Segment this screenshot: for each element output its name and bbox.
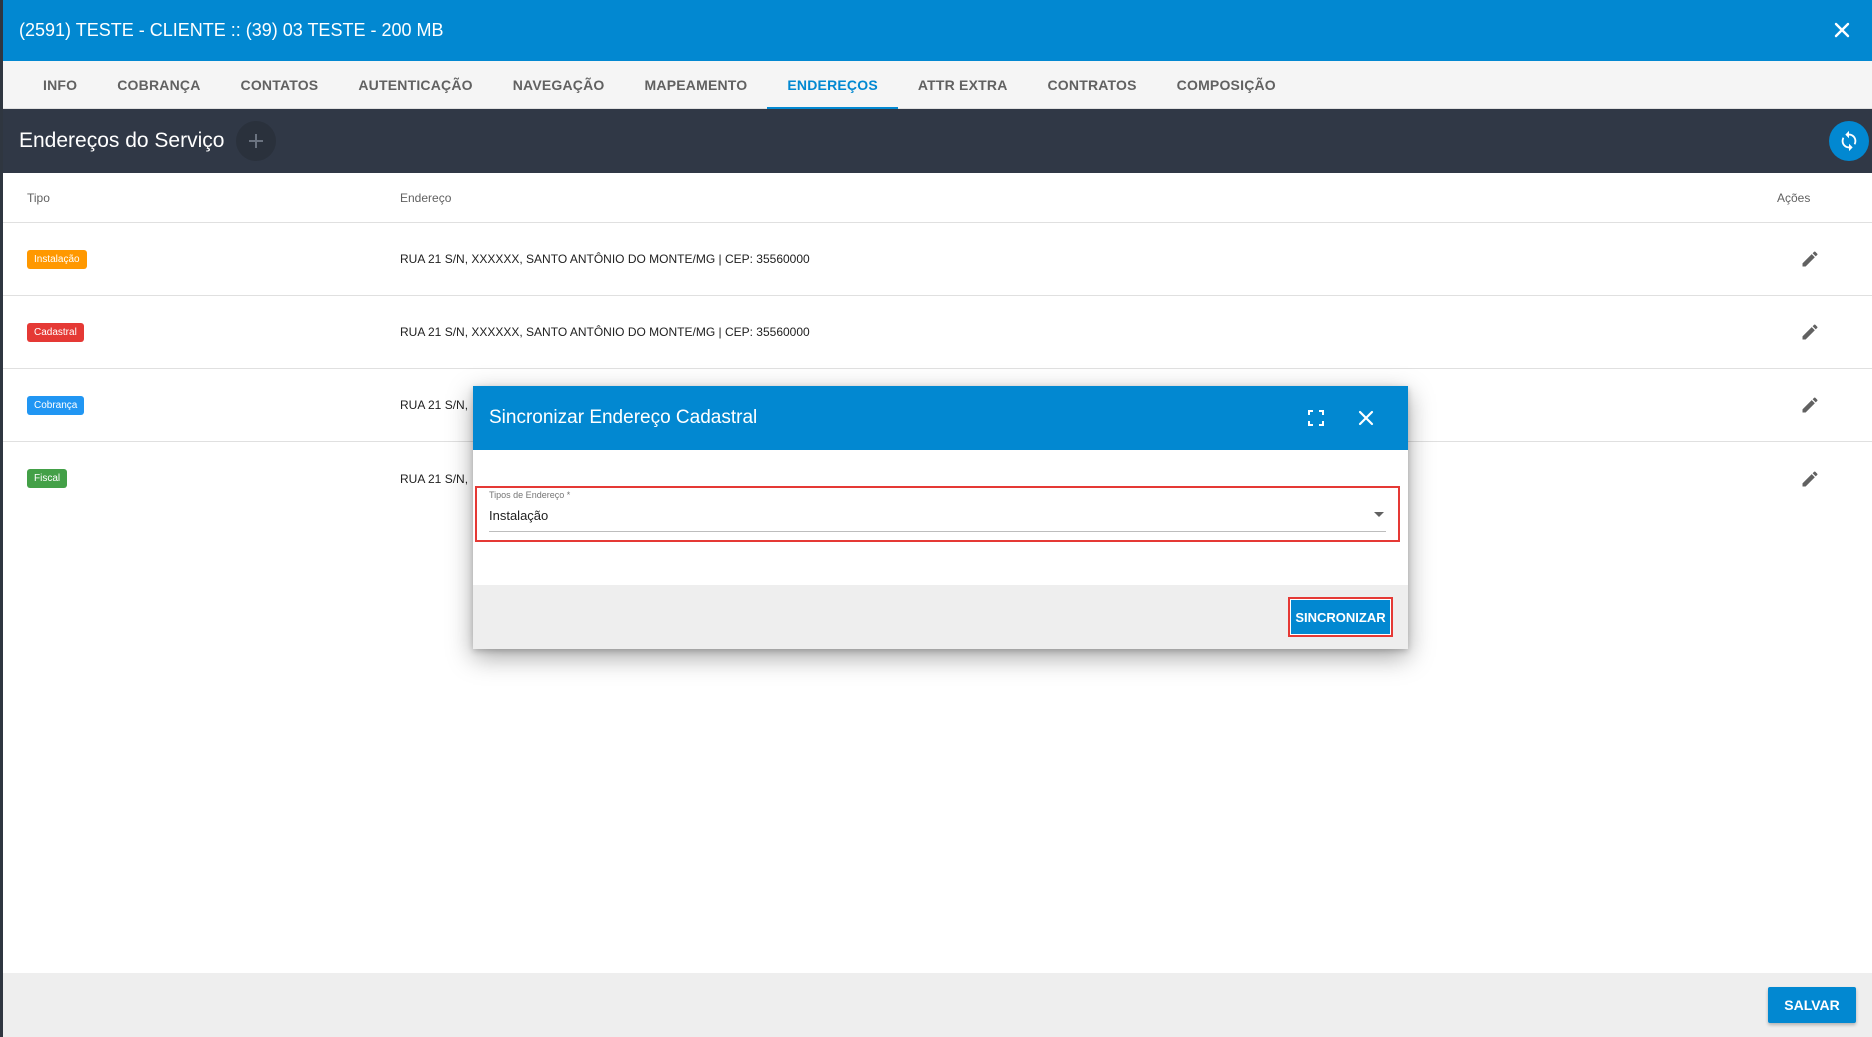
- tab-attr-extra[interactable]: ATTR EXTRA: [898, 61, 1028, 109]
- type-badge-instalacao: Instalação: [27, 249, 87, 269]
- address-type-value: Instalação: [489, 508, 549, 523]
- fullscreen-icon[interactable]: [1304, 406, 1328, 430]
- tab-contatos[interactable]: CONTATOS: [221, 61, 339, 109]
- edit-icon[interactable]: [1797, 246, 1823, 272]
- table-header: Tipo Endereço Ações: [3, 173, 1872, 223]
- dialog-footer: SINCRONIZAR: [473, 585, 1408, 649]
- save-button[interactable]: SALVAR: [1768, 987, 1856, 1023]
- close-icon[interactable]: [1354, 406, 1378, 430]
- window-title: (2591) TESTE - CLIENTE :: (39) 03 TESTE …: [19, 20, 444, 40]
- tab-autenticacao[interactable]: AUTENTICAÇÃO: [338, 61, 492, 109]
- app-window: (2591) TESTE - CLIENTE :: (39) 03 TESTE …: [0, 0, 1872, 1037]
- chevron-down-icon[interactable]: [1374, 512, 1384, 517]
- tab-enderecos[interactable]: ENDEREÇOS: [767, 61, 899, 109]
- dialog-header: Sincronizar Endereço Cadastral: [473, 386, 1408, 450]
- section-header: Endereços do Serviço: [3, 109, 1872, 173]
- sync-button-label: SINCRONIZAR: [1291, 600, 1390, 634]
- plus-icon[interactable]: [236, 121, 277, 161]
- section-title: Endereços do Serviço: [19, 129, 225, 152]
- sync-button[interactable]: SINCRONIZAR: [1288, 597, 1393, 637]
- tab-navegacao[interactable]: NAVEGAÇÃO: [493, 61, 625, 109]
- close-icon[interactable]: [1828, 16, 1856, 44]
- table-row: Instalação RUA 21 S/N, XXXXXX, SANTO ANT…: [3, 223, 1872, 296]
- tab-mapeamento[interactable]: MAPEAMENTO: [625, 61, 768, 109]
- edit-icon[interactable]: [1797, 392, 1823, 418]
- sync-icon[interactable]: [1829, 121, 1869, 161]
- address-type-select[interactable]: Tipos de Endereço * Instalação: [475, 486, 1400, 542]
- header-acoes: Ações: [1777, 190, 1811, 205]
- header-tipo: Tipo: [27, 190, 50, 205]
- tab-cobranca[interactable]: COBRANÇA: [97, 61, 220, 109]
- sync-dialog: Sincronizar Endereço Cadastral Tipos de …: [473, 386, 1408, 649]
- footer-bar: SALVAR: [3, 973, 1872, 1037]
- dialog-body: Tipos de Endereço * Instalação: [473, 450, 1408, 585]
- tab-contratos[interactable]: CONTRATOS: [1028, 61, 1157, 109]
- tab-composicao[interactable]: COMPOSIÇÃO: [1157, 61, 1296, 109]
- field-underline: [489, 531, 1386, 532]
- tab-bar: INFO COBRANÇA CONTATOS AUTENTICAÇÃO NAVE…: [3, 61, 1872, 109]
- dialog-title: Sincronizar Endereço Cadastral: [489, 407, 758, 428]
- header-endereco: Endereço: [400, 190, 452, 205]
- edit-icon[interactable]: [1797, 466, 1823, 492]
- window-header: (2591) TESTE - CLIENTE :: (39) 03 TESTE …: [3, 0, 1872, 61]
- type-badge-fiscal: Fiscal: [27, 469, 68, 488]
- tab-info[interactable]: INFO: [23, 61, 97, 109]
- table-row: Cadastral RUA 21 S/N, XXXXXX, SANTO ANTÔ…: [3, 296, 1872, 369]
- address-text: RUA 21 S/N, XXXXXX, SANTO ANTÔNIO DO MON…: [400, 325, 810, 339]
- type-badge-cobranca: Cobrança: [27, 395, 85, 415]
- edit-icon[interactable]: [1797, 319, 1823, 345]
- type-badge-cadastral: Cadastral: [27, 322, 84, 342]
- address-type-label: Tipos de Endereço *: [489, 490, 571, 500]
- address-text: RUA 21 S/N, XXXXXX, SANTO ANTÔNIO DO MON…: [400, 252, 810, 266]
